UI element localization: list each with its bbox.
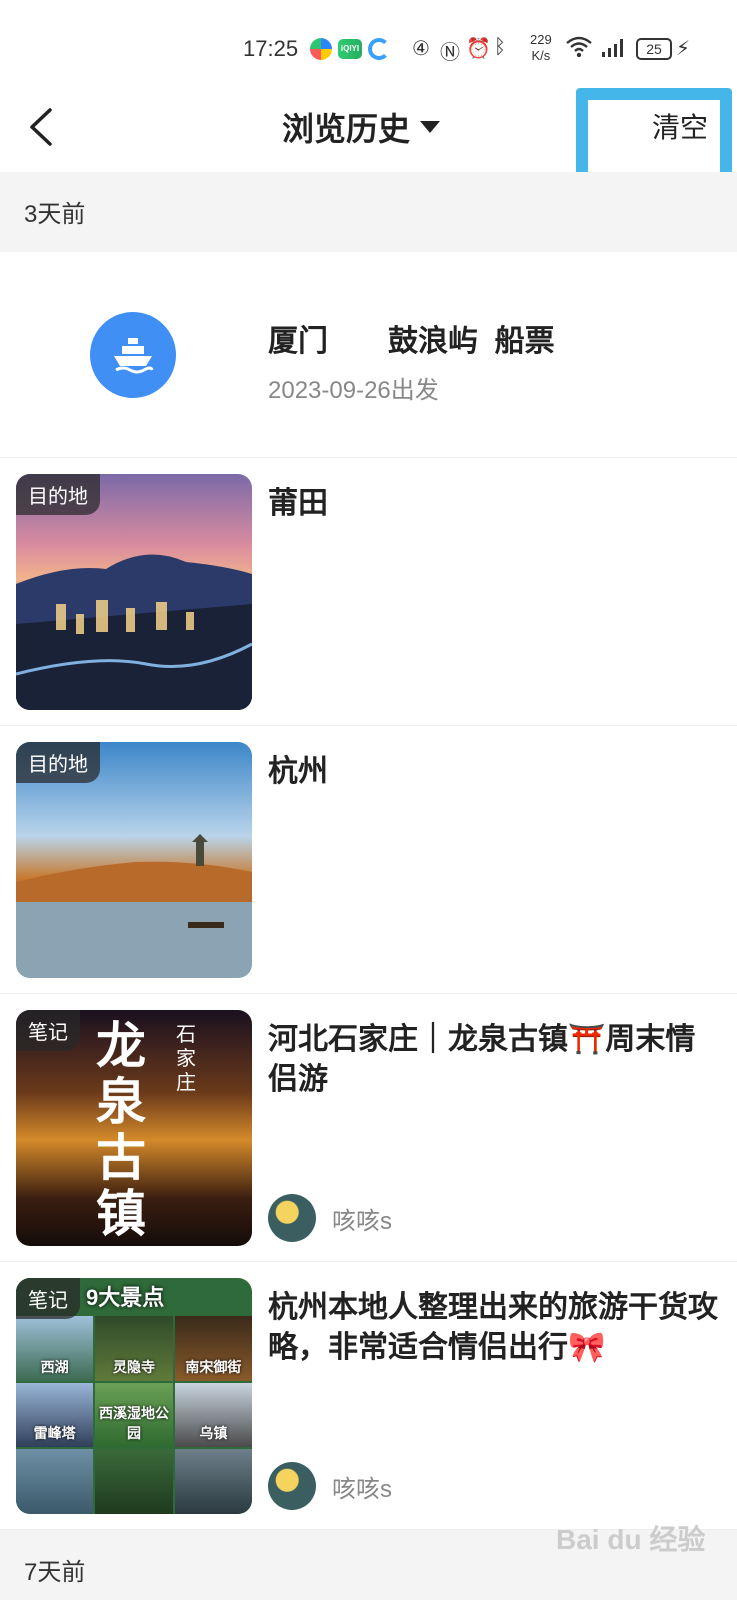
author-name: 咳咳s [332, 1207, 392, 1235]
app-icon [310, 38, 332, 60]
section-label: 3天前 [24, 201, 86, 228]
item-title: 河北石家庄｜龙泉古镇⛩️周末情侣游 [268, 1023, 696, 1096]
thumbnail-tag: 目的地 [16, 474, 100, 515]
grid-cell-label: 西湖 [40, 1358, 69, 1375]
ferry-title: 厦门 鼓浪屿 船票 [268, 325, 555, 358]
grid-cell [95, 1449, 173, 1514]
grid-cell-label: 乌镇 [199, 1425, 228, 1442]
avatar [268, 1462, 316, 1510]
thumbnail-art-text: 石家庄 [176, 1022, 196, 1094]
status-time: 17:25 [243, 36, 299, 61]
list-item[interactable]: 9大景点 西湖 灵隐寺 南宋御街 雷峰塔 西溪湿地公园 乌镇 笔记 杭州本地人整… [0, 1262, 737, 1530]
grid-cell: 西湖 [16, 1316, 94, 1381]
thumbnail-art-text: 龙泉古镇 [96, 1016, 146, 1243]
grid-cell-label: 雷峰塔 [33, 1425, 76, 1442]
grid-cell [16, 1449, 94, 1514]
page-title: 浏览历史 [282, 111, 411, 147]
grid-cell-label: 南宋御街 [185, 1358, 242, 1375]
item-title: 杭州本地人整理出来的旅游干货攻略，非常适合情侣出行🎀 [268, 1291, 718, 1364]
5g-signal-icon [598, 36, 628, 64]
network-rate-value: 229 [530, 32, 552, 47]
chevron-left-icon [30, 108, 52, 146]
4g-icon: ④ [412, 38, 430, 60]
network-rate: 229 K/s [530, 32, 552, 64]
history-type-dropdown[interactable]: 浏览历史 [282, 102, 441, 152]
bluetooth-icon: ᛒ [494, 36, 506, 58]
grid-cell: 雷峰塔 [16, 1382, 94, 1448]
caret-down-icon [420, 121, 441, 133]
thumbnail-image: 龙泉古镇 石家庄 笔记 [16, 1010, 252, 1246]
grid-cell: 乌镇 [174, 1382, 252, 1448]
author-name: 咳咳s [332, 1475, 392, 1503]
wifi-icon [566, 36, 592, 64]
grid-cell: 灵隐寺 [95, 1316, 173, 1381]
charging-icon: ⚡ [676, 38, 691, 60]
grid-cell [174, 1449, 252, 1514]
section-label: 7天前 [24, 1559, 86, 1586]
list-item[interactable]: 目的地 莆田 [0, 458, 737, 726]
author-info[interactable]: 咳咳s [268, 1194, 392, 1242]
thumbnail-tag: 笔记 [16, 1278, 80, 1319]
iqiyi-icon: iQIYI [338, 39, 362, 59]
battery-icon: 25 [636, 38, 672, 60]
section-header: 3天前 [0, 172, 737, 252]
watermark: Bai du 经验 [556, 1524, 706, 1555]
app-icon [368, 38, 390, 60]
alarm-icon: ⏰ [466, 38, 491, 60]
grid-cell-label: 西溪湿地公园 [98, 1405, 169, 1442]
grid-cell: 南宋御街 [174, 1316, 252, 1381]
network-rate-unit: K/s [531, 48, 551, 63]
clear-button[interactable]: 清空 [652, 106, 708, 146]
thumbnail-art-text: 9大景点 [86, 1285, 165, 1310]
nfc-icon: Ⓝ [440, 42, 460, 64]
list-item[interactable]: 龙泉古镇 石家庄 笔记 河北石家庄｜龙泉古镇⛩️周末情侣游 咳咳s [0, 994, 737, 1262]
grid-cell-label: 灵隐寺 [112, 1358, 155, 1375]
thumbnail-tag: 目的地 [16, 742, 100, 783]
thumbnail-image: 目的地 [16, 474, 252, 710]
thumbnail-grid: 西湖 灵隐寺 南宋御街 雷峰塔 西溪湿地公园 乌镇 [16, 1316, 252, 1514]
grid-cell: 西溪湿地公园 [95, 1382, 173, 1448]
ferry-icon [90, 312, 176, 398]
status-bar: 17:25 iQIYI ④ Ⓝ ⏰ ᛒ 229 K/s 25 ⚡ [0, 0, 737, 88]
item-title: 莆田 [268, 487, 328, 520]
item-title: 杭州 [268, 755, 328, 788]
author-info[interactable]: 咳咳s [268, 1462, 392, 1510]
ferry-date: 2023-09-26出发 [268, 377, 439, 404]
list-item[interactable]: 目的地 杭州 [0, 726, 737, 994]
ferry-ticket-row[interactable]: 厦门 鼓浪屿 船票 2023-09-26出发 [0, 252, 737, 458]
back-button[interactable] [22, 102, 62, 152]
thumbnail-tag: 笔记 [16, 1010, 80, 1051]
avatar [268, 1194, 316, 1242]
thumbnail-image: 目的地 [16, 742, 252, 978]
thumbnail-image: 9大景点 西湖 灵隐寺 南宋御街 雷峰塔 西溪湿地公园 乌镇 笔记 [16, 1278, 252, 1514]
